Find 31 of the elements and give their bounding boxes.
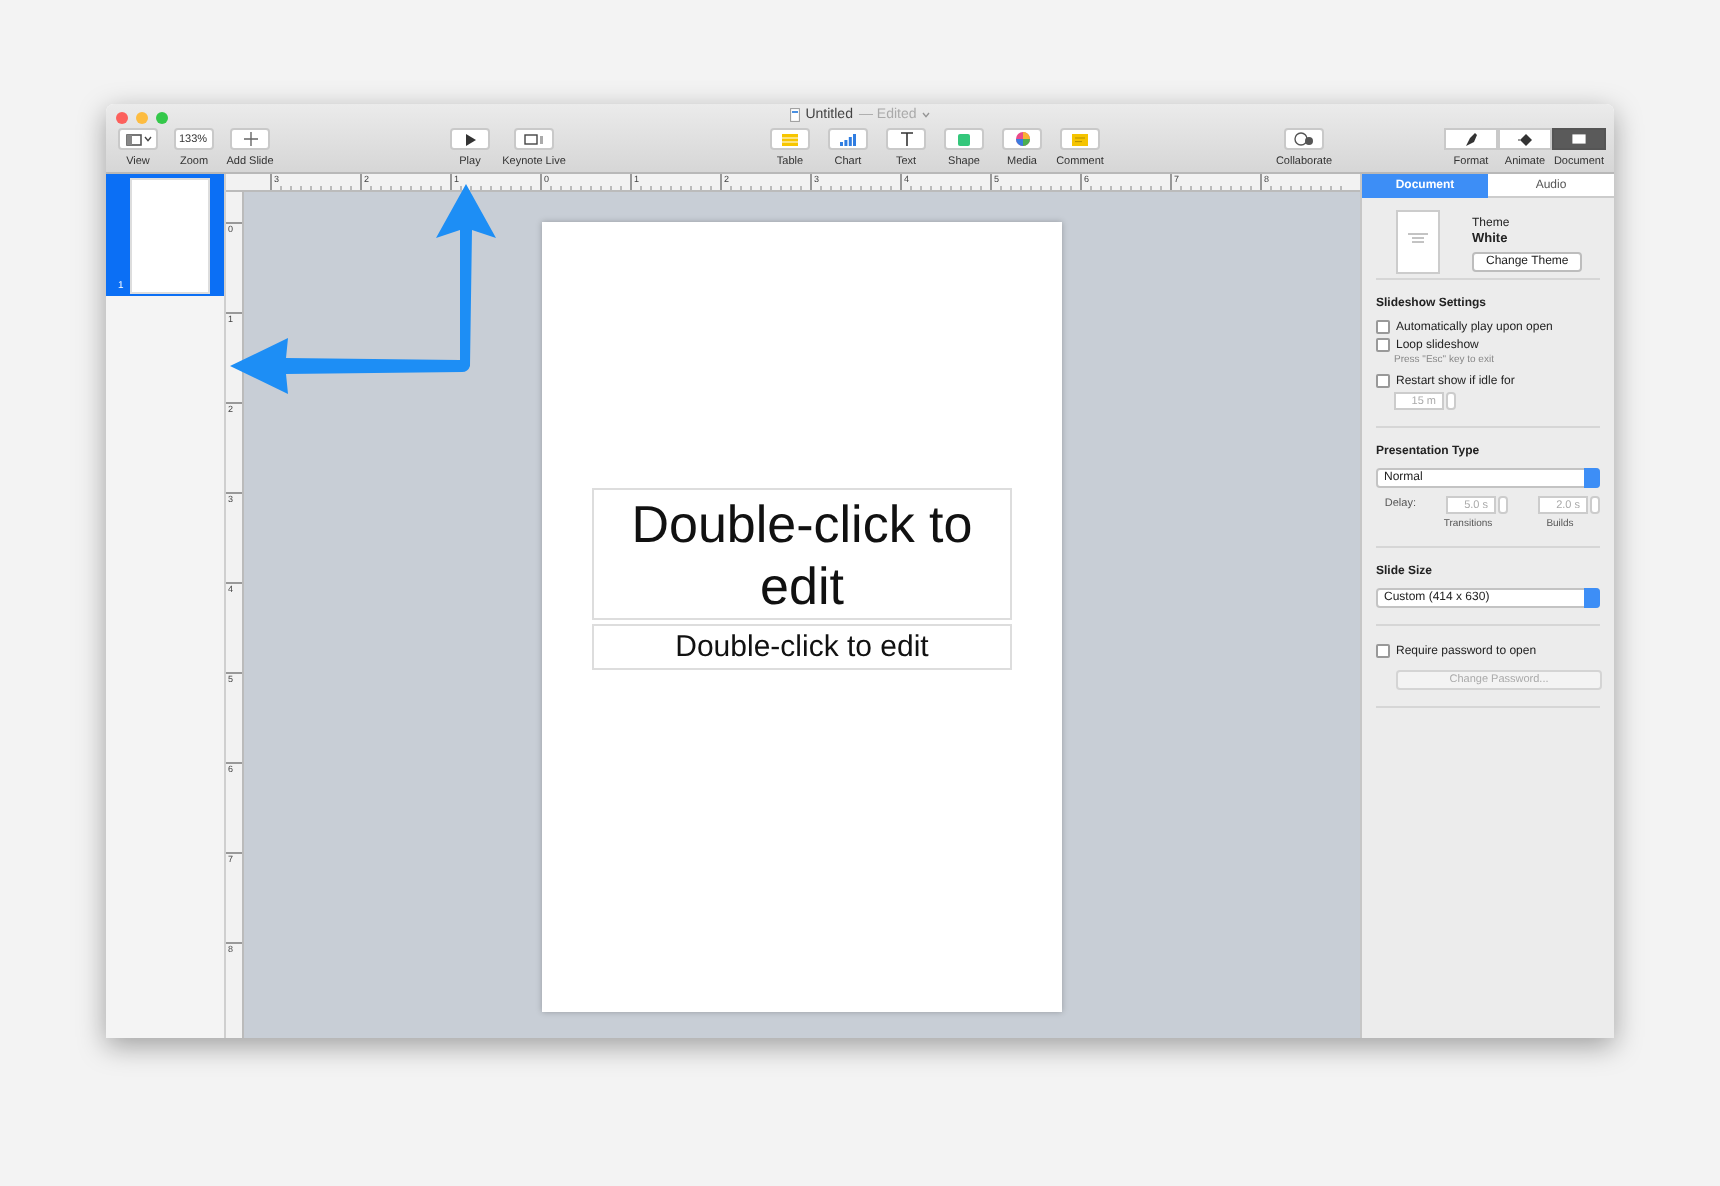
stepper[interactable] <box>1590 496 1600 514</box>
checkbox[interactable] <box>1376 320 1390 334</box>
sidebar-icon <box>125 133 141 145</box>
bar-chart-icon <box>840 133 856 145</box>
text-icon <box>899 132 913 146</box>
inspector-toggle[interactable] <box>1552 128 1606 150</box>
diamond-icon <box>1517 133 1533 145</box>
square-icon <box>958 133 970 145</box>
paintbrush-icon <box>1464 132 1478 146</box>
toolbar-button[interactable] <box>450 128 490 150</box>
screen-icon <box>524 133 544 145</box>
document-icon <box>1572 134 1586 144</box>
play-icon <box>465 133 475 145</box>
zoom-button[interactable] <box>156 112 168 124</box>
title-placeholder[interactable]: Double-click to edit <box>592 488 1012 620</box>
checkbox[interactable] <box>1376 338 1390 352</box>
document-icon <box>789 108 800 122</box>
toolbar-button[interactable] <box>1284 128 1324 150</box>
stepper[interactable] <box>1446 392 1456 410</box>
note-icon <box>1072 133 1088 145</box>
close-button[interactable] <box>116 112 128 124</box>
body-placeholder[interactable]: Double-click to edit <box>592 624 1012 670</box>
checkbox[interactable] <box>1376 374 1390 388</box>
table-icon <box>782 133 798 145</box>
stepper[interactable] <box>1498 496 1508 514</box>
color-wheel-icon <box>1015 132 1029 146</box>
theme-thumbnail <box>1396 210 1440 274</box>
plus-icon <box>243 132 257 146</box>
chevron-down-icon <box>922 112 931 118</box>
toolbar-button[interactable] <box>886 128 926 150</box>
chevron-down-icon <box>143 136 151 142</box>
